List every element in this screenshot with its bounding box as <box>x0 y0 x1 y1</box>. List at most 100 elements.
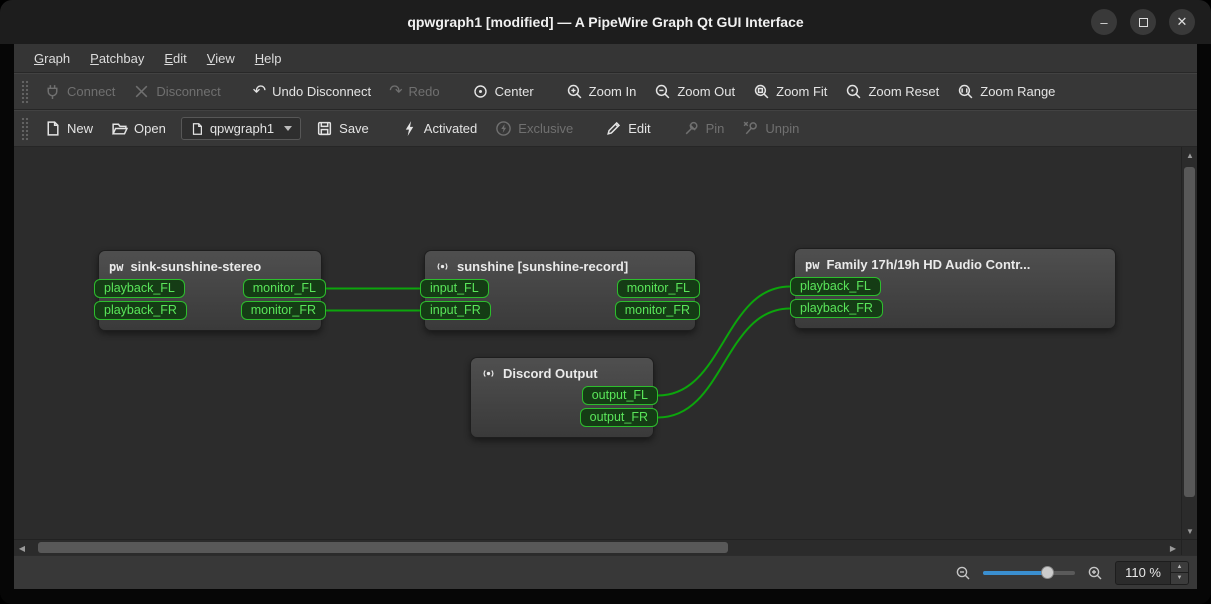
undo-disconnect-button[interactable]: ↶ Undo Disconnect <box>244 79 380 104</box>
scroll-up-arrow-icon[interactable]: ▲ <box>1182 147 1198 163</box>
input-port[interactable]: playback_FR <box>94 301 187 320</box>
save-button[interactable]: Save <box>307 115 378 142</box>
redo-button[interactable]: ↷ Redo <box>380 79 448 104</box>
spin-up-button[interactable]: ▲ <box>1171 561 1188 572</box>
new-label: New <box>67 121 94 136</box>
menu-graph-label: raph <box>44 50 71 66</box>
open-label: Open <box>134 121 166 136</box>
menu-graph[interactable]: Graph <box>24 46 80 71</box>
activated-toggle[interactable]: Activated <box>392 115 486 142</box>
toolbar-drag-handle[interactable] <box>21 116 29 141</box>
node-sunshine[interactable]: sunshine [sunshine-record] input_FL moni… <box>420 250 700 331</box>
center-button[interactable]: Center <box>463 78 543 105</box>
vertical-scroll-thumb[interactable] <box>1184 167 1195 497</box>
chevron-down-icon <box>284 126 293 131</box>
edit-button[interactable]: Edit <box>596 115 659 142</box>
input-port[interactable]: input_FL <box>420 279 489 298</box>
node-header: pw Family 17h/19h HD Audio Contr... <box>795 249 1115 277</box>
disconnect-button[interactable]: Disconnect <box>124 78 229 105</box>
pin-icon <box>685 121 698 135</box>
new-button[interactable]: New <box>35 115 102 142</box>
zoom-percent-value: 110 % <box>1125 565 1161 580</box>
unpin-icon <box>744 121 758 135</box>
title-bar[interactable]: qpwgraph1 [modified] — A PipeWire Graph … <box>0 0 1211 44</box>
scroll-right-arrow-icon[interactable]: ▶ <box>1165 540 1181 556</box>
input-port[interactable]: playback_FL <box>790 277 881 296</box>
node-title: Family 17h/19h HD Audio Contr... <box>826 257 1031 272</box>
undo-label: Undo Disconnect <box>272 84 372 99</box>
save-label: Save <box>339 121 369 136</box>
horizontal-scroll-thumb[interactable] <box>38 542 728 553</box>
pin-button[interactable]: Pin <box>674 115 734 142</box>
input-port[interactable]: playback_FL <box>94 279 185 298</box>
close-button[interactable]: ✕ <box>1169 9 1195 35</box>
menu-edit[interactable]: Edit <box>154 46 196 71</box>
zoom-slider-thumb[interactable] <box>1041 565 1055 579</box>
pipewire-icon: pw <box>109 259 124 274</box>
zoom-reset-button[interactable]: Zoom Reset <box>836 78 948 105</box>
spin-down-button[interactable]: ▼ <box>1171 572 1188 584</box>
center-icon <box>473 85 487 98</box>
node-sink-sunshine-stereo[interactable]: pw sink-sunshine-stereo playback_FL moni… <box>94 250 326 331</box>
scroll-left-arrow-icon[interactable]: ◀ <box>14 540 30 556</box>
zoom-slider[interactable] <box>983 565 1076 579</box>
toolbar-drag-handle[interactable] <box>21 79 29 104</box>
minimize-button[interactable]: – <box>1091 9 1117 35</box>
output-port[interactable]: output_FR <box>579 408 658 427</box>
close-icon: ✕ <box>1176 14 1188 29</box>
maximize-button[interactable] <box>1130 9 1156 35</box>
unpin-button[interactable]: Unpin <box>733 115 808 142</box>
output-port[interactable]: monitor_FR <box>614 301 700 320</box>
zoom-range-icon <box>959 84 973 99</box>
node-title: sink-sunshine-stereo <box>130 259 262 274</box>
menu-patchbay-label: atchbay <box>98 50 145 66</box>
patchbay-select[interactable]: qpwgraph1 <box>180 117 302 140</box>
new-file-icon <box>47 121 59 136</box>
disconnect-label: Disconnect <box>156 84 221 99</box>
node-discord-output[interactable]: Discord Output output_FL output_FR <box>470 357 658 438</box>
connect-icon <box>47 85 58 99</box>
menu-view-label: iew <box>215 50 235 66</box>
patchbay-file-icon <box>192 122 202 135</box>
zoom-range-button[interactable]: Zoom Range <box>948 78 1064 105</box>
output-port[interactable]: monitor_FL <box>616 279 700 298</box>
input-port[interactable]: input_FR <box>420 301 491 320</box>
activated-label: Activated <box>423 121 478 136</box>
output-port[interactable]: monitor_FR <box>240 301 326 320</box>
menu-help-label: elp <box>264 50 282 66</box>
menu-help[interactable]: Help <box>245 46 292 71</box>
node-family-audio-controller[interactable]: pw Family 17h/19h HD Audio Contr... play… <box>790 248 1116 329</box>
node-header: sunshine [sunshine-record] <box>425 251 695 279</box>
exclusive-toggle[interactable]: Exclusive <box>486 115 582 142</box>
menu-help-accel: H <box>254 50 265 66</box>
app-window: qpwgraph1 [modified] — A PipeWire Graph … <box>0 0 1211 604</box>
menu-patchbay[interactable]: Patchbay <box>80 46 154 71</box>
zoom-fit-button[interactable]: Zoom Fit <box>744 78 836 105</box>
vertical-scrollbar[interactable]: ▲ ▼ <box>1181 147 1197 539</box>
input-port[interactable]: playback_FR <box>790 299 883 318</box>
center-label: Center <box>494 84 534 99</box>
connect-button[interactable]: Connect <box>35 78 124 105</box>
output-port[interactable]: output_FL <box>581 386 658 405</box>
horizontal-scrollbar[interactable]: ◀ ▶ <box>14 539 1181 555</box>
zoom-slider-fill <box>983 570 1048 575</box>
zoom-out-icon <box>656 84 670 99</box>
zoom-fit-label: Zoom Fit <box>776 84 828 99</box>
vertical-scroll-track[interactable] <box>1182 163 1197 523</box>
open-button[interactable]: Open <box>102 115 175 142</box>
zoom-out-button[interactable]: Zoom Out <box>645 78 744 105</box>
activated-bolt-icon <box>405 121 414 136</box>
menu-view[interactable]: View <box>197 46 245 71</box>
zoom-in-icon[interactable] <box>1087 565 1103 581</box>
zoom-out-icon[interactable] <box>955 565 971 581</box>
zoom-in-button[interactable]: Zoom In <box>557 78 646 105</box>
output-port[interactable]: monitor_FL <box>242 279 326 298</box>
horizontal-scroll-track[interactable] <box>30 540 1165 555</box>
pin-label: Pin <box>705 121 725 136</box>
node-title: Discord Output <box>503 366 598 381</box>
graph-canvas[interactable]: pw sink-sunshine-stereo playback_FL moni… <box>14 147 1181 539</box>
scroll-down-arrow-icon[interactable]: ▼ <box>1182 523 1198 539</box>
zoom-reset-icon <box>847 84 861 99</box>
window-frame: Graph Patchbay Edit View Help Connect Di… <box>0 44 1211 604</box>
zoom-percent-spinbox[interactable]: 110 % ▲ ▼ <box>1115 560 1189 585</box>
